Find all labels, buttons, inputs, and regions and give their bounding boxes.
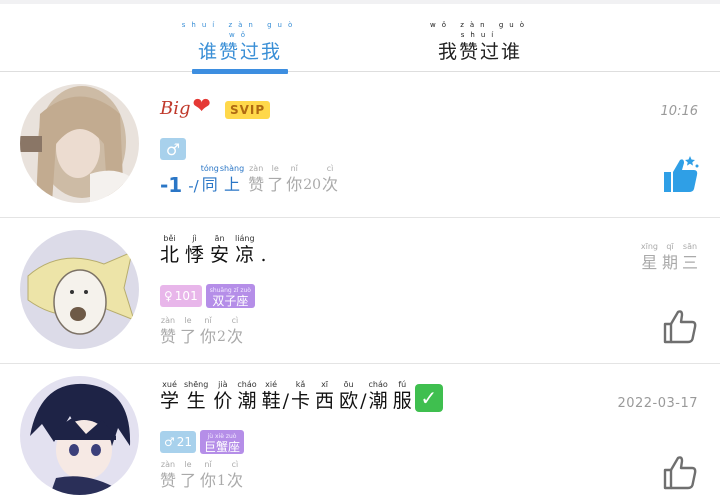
avatar[interactable]: [20, 230, 139, 349]
nickname-line: xué 学 shēng 生 jià 价 cháo 潮 xié 鞋 / kǎ 卡 xī 西 ōu…: [160, 380, 443, 412]
svip-badge: SVIP: [224, 101, 271, 119]
check-icon: ✓: [414, 384, 443, 412]
like-count: -1: [160, 173, 183, 197]
name-char: běi 北: [160, 234, 180, 266]
nickname: Big: [160, 98, 191, 119]
like-word: zàn 赞: [248, 164, 265, 194]
list-item[interactable]: běi 北 jì 悸 ān 安 liáng 凉 . ♀ 101 shuāng zǐ zu…: [0, 218, 720, 364]
like-word: 20: [303, 177, 322, 193]
tab-pinyin: wǒ zàn guò shuí: [429, 21, 531, 39]
timestamp: 10:16: [660, 104, 698, 119]
name-char: kǎ 卡: [291, 380, 311, 412]
like-word: nǐ 你: [286, 164, 303, 194]
constellation-tag: shuāng zǐ zuò 双子座: [205, 284, 255, 308]
male-icon: ♂: [160, 138, 186, 160]
like-word: le 了: [180, 460, 197, 490]
tab-label: 我赞过谁: [437, 41, 522, 63]
like-word: nǐ 你: [200, 316, 217, 346]
like-prefix: -/: [188, 177, 199, 195]
name-char: cháo 潮: [237, 380, 257, 412]
like-word: cì 次: [226, 460, 243, 490]
name-char: cháo 潮: [368, 380, 388, 412]
tags-line: ♀ 101 shuāng zǐ zuò 双子座: [160, 284, 259, 308]
gender-age-tag: ♀ 101: [160, 285, 202, 307]
avatar[interactable]: [20, 84, 139, 203]
name-char: shēng 生: [184, 380, 209, 412]
gender-age-tag: ♂ 21: [160, 431, 197, 453]
name-char: /: [360, 390, 367, 412]
age: 101: [174, 289, 198, 303]
time-char: xīng 星: [640, 242, 658, 272]
tab-who-i-liked[interactable]: wǒ zàn guò shuí 我赞过谁: [410, 20, 550, 68]
time-char: qī 期: [661, 242, 678, 272]
thumbs-up-icon[interactable]: [660, 154, 700, 194]
name-char: xué 学: [160, 380, 180, 412]
like-word: nǐ 你: [200, 460, 217, 490]
like-word: zàn 赞: [160, 316, 177, 346]
female-icon: ♀: [164, 289, 173, 303]
timestamp: xīng 星 qī 期 sān 三: [641, 242, 698, 274]
name-char: jì 悸: [185, 234, 205, 266]
tags-line: ♂: [160, 138, 190, 160]
like-word: 1: [217, 473, 226, 489]
nickname-line: běi 北 jì 悸 ān 安 liáng 凉 .: [160, 234, 273, 266]
tab-bar: shuí zàn guò wǒ 谁赞过我 wǒ zàn guò shuí 我赞过…: [0, 4, 720, 74]
avatar[interactable]: [20, 376, 139, 495]
name-char: xī 西: [315, 380, 335, 412]
like-word: cì 次: [226, 316, 243, 346]
name-char: .: [260, 244, 267, 266]
like-word: 2: [217, 329, 226, 345]
heart-icon: ❤: [192, 94, 211, 119]
like-summary: zàn 赞 le 了 nǐ 你 1 cì 次: [160, 460, 249, 492]
name-char: ōu 欧: [339, 380, 359, 412]
thumbs-up-icon[interactable]: [660, 452, 700, 492]
like-word: le 了: [267, 164, 284, 194]
like-summary: zàn 赞 le 了 nǐ 你 2 cì 次: [160, 316, 249, 348]
list-item[interactable]: Big ❤ SVIP ♂ -1 -/ tóng 同 shàng 上 zàn 赞 le 了…: [0, 72, 720, 218]
tab-who-liked-me[interactable]: shuí zàn guò wǒ 谁赞过我: [170, 20, 310, 68]
tags-line: ♂ 21 jù xiè zuò 巨蟹座: [160, 430, 248, 454]
like-word: le 了: [180, 316, 197, 346]
name-char: fú 服: [392, 380, 412, 412]
name-char: liáng 凉: [235, 234, 255, 266]
name-char: jià 价: [213, 380, 233, 412]
time-char: sān 三: [681, 242, 698, 272]
male-icon: ♂: [164, 435, 175, 449]
like-word: cì 次: [322, 164, 339, 194]
list-item[interactable]: xué 学 shēng 生 jià 价 cháo 潮 xié 鞋 / kǎ 卡 xī 西 ōu…: [0, 364, 720, 504]
name-char: ān 安: [210, 234, 230, 266]
like-word: tóng 同: [200, 164, 219, 194]
name-char: /: [282, 390, 290, 412]
tab-label: 谁赞过我: [197, 41, 282, 63]
tab-pinyin: shuí zàn guò wǒ: [181, 21, 299, 39]
thumbs-up-icon[interactable]: [660, 306, 700, 346]
constellation-tag: jù xiè zuò 巨蟹座: [200, 430, 245, 454]
like-summary: -1 -/ tóng 同 shàng 上 zàn 赞 le 了 nǐ 你 20 cì 次: [160, 164, 344, 196]
timestamp: 2022-03-17: [617, 396, 698, 411]
name-char: xié 鞋: [261, 380, 281, 412]
like-word: shàng 上: [219, 164, 245, 194]
age: 21: [176, 435, 193, 449]
nickname-line: Big ❤ SVIP: [160, 94, 271, 119]
like-word: zàn 赞: [160, 460, 177, 490]
